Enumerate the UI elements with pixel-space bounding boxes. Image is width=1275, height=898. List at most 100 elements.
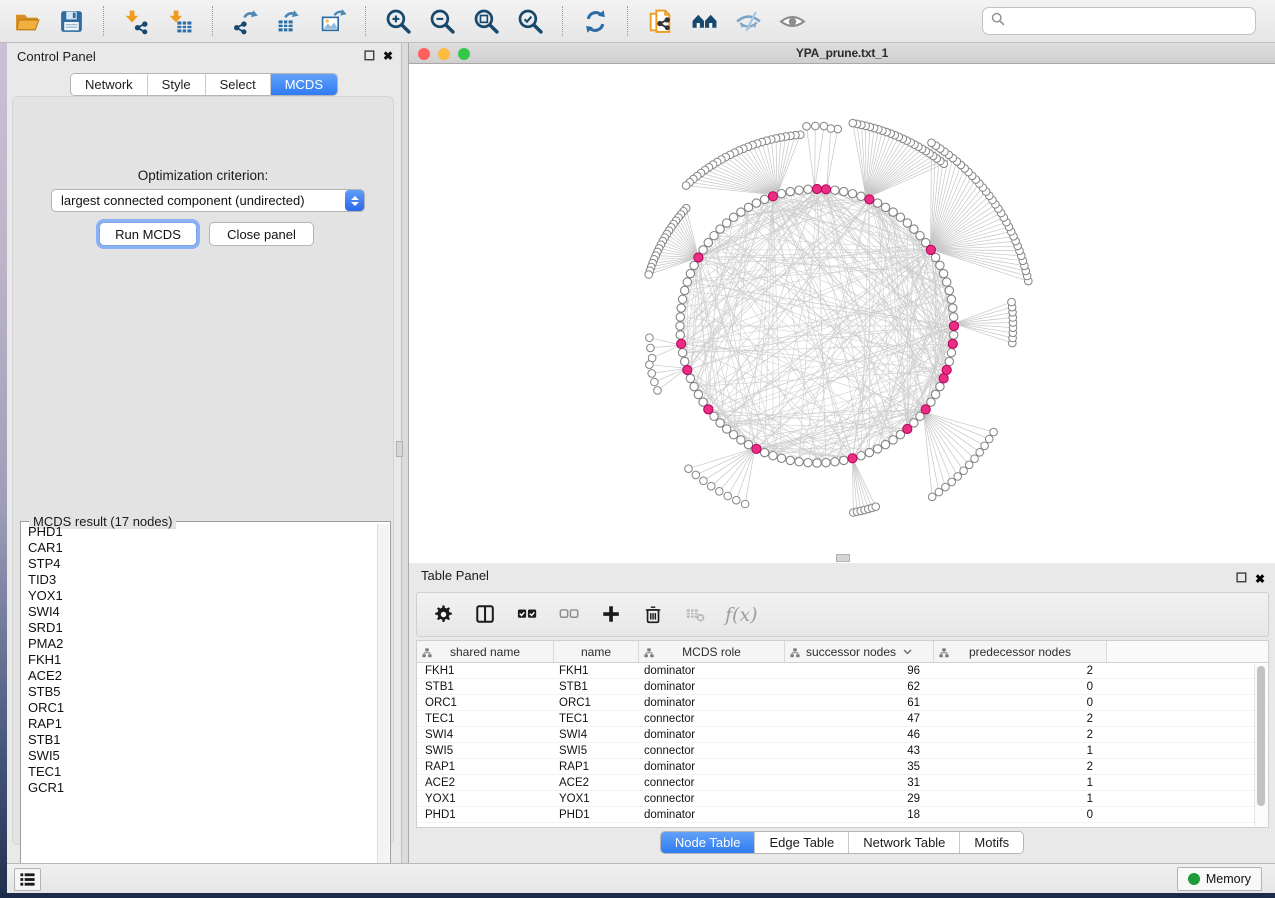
- mcds-result-item[interactable]: ACE2: [22, 668, 377, 684]
- table-row[interactable]: STB1STB1dominator620: [417, 679, 1268, 695]
- create-column-icon[interactable]: [599, 603, 623, 627]
- mcds-result-item[interactable]: STP4: [22, 556, 377, 572]
- delete-column-icon[interactable]: [641, 603, 665, 627]
- cell-predecessor-nodes[interactable]: 0: [934, 695, 1107, 710]
- minimize-window-icon[interactable]: [438, 48, 450, 60]
- cell-successor-nodes[interactable]: 62: [785, 679, 934, 694]
- tab-network-table[interactable]: Network Table: [849, 832, 960, 853]
- tab-mcds[interactable]: MCDS: [271, 74, 337, 95]
- cell-MCDS-role[interactable]: dominator: [639, 695, 785, 710]
- mcds-result-item[interactable]: YOX1: [22, 588, 377, 604]
- export-image-icon[interactable]: [318, 6, 348, 36]
- cell-successor-nodes[interactable]: 46: [785, 727, 934, 742]
- run-mcds-button[interactable]: Run MCDS: [99, 222, 197, 246]
- cell-shared-name[interactable]: SWI5: [417, 743, 554, 758]
- duplicate-network-icon[interactable]: [645, 6, 675, 36]
- zoom-in-icon[interactable]: [383, 6, 413, 36]
- close-table-panel-icon[interactable]: ✖: [1255, 572, 1265, 586]
- cell-successor-nodes[interactable]: 43: [785, 743, 934, 758]
- cell-shared-name[interactable]: FKH1: [417, 663, 554, 678]
- zoom-selected-icon[interactable]: [515, 6, 545, 36]
- cell-shared-name[interactable]: ORC1: [417, 695, 554, 710]
- cell-predecessor-nodes[interactable]: 2: [934, 663, 1107, 678]
- cell-MCDS-role[interactable]: connector: [639, 775, 785, 790]
- cell-successor-nodes[interactable]: 29: [785, 791, 934, 806]
- column-header-successor-nodes[interactable]: successor nodes: [785, 641, 934, 662]
- table-row[interactable]: SWI5SWI5connector431: [417, 743, 1268, 759]
- maximize-window-icon[interactable]: [458, 48, 470, 60]
- cell-name[interactable]: TEC1: [554, 711, 639, 726]
- cell-name[interactable]: SWI4: [554, 727, 639, 742]
- cell-name[interactable]: SWI5: [554, 743, 639, 758]
- mcds-result-item[interactable]: SWI4: [22, 604, 377, 620]
- select-all-icon[interactable]: [515, 603, 539, 627]
- dropdown-stepper-icon[interactable]: [345, 190, 364, 211]
- mcds-result-item[interactable]: ORC1: [22, 700, 377, 716]
- mcds-result-item[interactable]: SRD1: [22, 620, 377, 636]
- mcds-result-item[interactable]: TID3: [22, 572, 377, 588]
- cell-predecessor-nodes[interactable]: 1: [934, 791, 1107, 806]
- column-header-predecessor-nodes[interactable]: predecessor nodes: [934, 641, 1107, 662]
- cell-predecessor-nodes[interactable]: 0: [934, 807, 1107, 822]
- mcds-result-item[interactable]: STB5: [22, 684, 377, 700]
- hide-selected-icon[interactable]: [733, 6, 763, 36]
- mcds-list-scrollbar[interactable]: [377, 524, 389, 890]
- cell-successor-nodes[interactable]: 31: [785, 775, 934, 790]
- cell-shared-name[interactable]: YOX1: [417, 791, 554, 806]
- cell-predecessor-nodes[interactable]: 2: [934, 727, 1107, 742]
- mcds-result-list[interactable]: PHD1CAR1STP4TID3YOX1SWI4SRD1PMA2FKH1ACE2…: [22, 524, 377, 890]
- cell-predecessor-nodes[interactable]: 1: [934, 743, 1107, 758]
- column-header-MCDS-role[interactable]: MCDS role: [639, 641, 785, 662]
- cell-name[interactable]: PHD1: [554, 807, 639, 822]
- cell-MCDS-role[interactable]: connector: [639, 743, 785, 758]
- close-window-icon[interactable]: [418, 48, 430, 60]
- cell-MCDS-role[interactable]: connector: [639, 711, 785, 726]
- memory-button[interactable]: Memory: [1177, 867, 1262, 891]
- zoom-fit-icon[interactable]: [471, 6, 501, 36]
- mcds-result-item[interactable]: CAR1: [22, 540, 377, 556]
- cell-predecessor-nodes[interactable]: 2: [934, 759, 1107, 774]
- split-divider-handle-left[interactable]: [396, 441, 403, 457]
- export-table-icon[interactable]: [274, 6, 304, 36]
- table-scrollbar-thumb[interactable]: [1257, 666, 1265, 806]
- cell-MCDS-role[interactable]: connector: [639, 791, 785, 806]
- cell-name[interactable]: RAP1: [554, 759, 639, 774]
- save-session-icon[interactable]: [56, 6, 86, 36]
- refresh-network-icon[interactable]: [580, 6, 610, 36]
- mcds-result-item[interactable]: TEC1: [22, 764, 377, 780]
- column-header-shared-name[interactable]: shared name: [417, 641, 554, 662]
- open-file-icon[interactable]: [12, 6, 42, 36]
- cell-MCDS-role[interactable]: dominator: [639, 759, 785, 774]
- mcds-result-item[interactable]: GCR1: [22, 780, 377, 796]
- zoom-out-icon[interactable]: [427, 6, 457, 36]
- table-row[interactable]: SWI4SWI4dominator462: [417, 727, 1268, 743]
- show-all-icon[interactable]: [777, 6, 807, 36]
- mcds-result-item[interactable]: SWI5: [22, 748, 377, 764]
- cell-shared-name[interactable]: TEC1: [417, 711, 554, 726]
- deselect-all-icon[interactable]: [557, 603, 581, 627]
- tab-network[interactable]: Network: [71, 74, 148, 95]
- mcds-result-item[interactable]: FKH1: [22, 652, 377, 668]
- cell-predecessor-nodes[interactable]: 0: [934, 679, 1107, 694]
- tab-motifs[interactable]: Motifs: [960, 832, 1023, 853]
- show-columns-icon[interactable]: [473, 603, 497, 627]
- cell-shared-name[interactable]: SWI4: [417, 727, 554, 742]
- table-row[interactable]: RAP1RAP1dominator352: [417, 759, 1268, 775]
- cell-shared-name[interactable]: STB1: [417, 679, 554, 694]
- cell-MCDS-role[interactable]: dominator: [639, 727, 785, 742]
- mcds-result-item[interactable]: PHD1: [22, 524, 377, 540]
- cell-successor-nodes[interactable]: 18: [785, 807, 934, 822]
- cell-shared-name[interactable]: ACE2: [417, 775, 554, 790]
- cell-predecessor-nodes[interactable]: 2: [934, 711, 1107, 726]
- tab-node-table[interactable]: Node Table: [661, 832, 756, 853]
- import-table-icon[interactable]: [165, 6, 195, 36]
- cell-MCDS-role[interactable]: dominator: [639, 679, 785, 694]
- tab-edge-table[interactable]: Edge Table: [755, 832, 849, 853]
- table-row[interactable]: TEC1TEC1connector472: [417, 711, 1268, 727]
- table-row[interactable]: ORC1ORC1dominator610: [417, 695, 1268, 711]
- task-history-button[interactable]: [14, 868, 41, 891]
- close-panel-button[interactable]: Close panel: [209, 222, 314, 246]
- cell-name[interactable]: YOX1: [554, 791, 639, 806]
- cell-successor-nodes[interactable]: 96: [785, 663, 934, 678]
- table-scrollbar[interactable]: [1254, 664, 1267, 826]
